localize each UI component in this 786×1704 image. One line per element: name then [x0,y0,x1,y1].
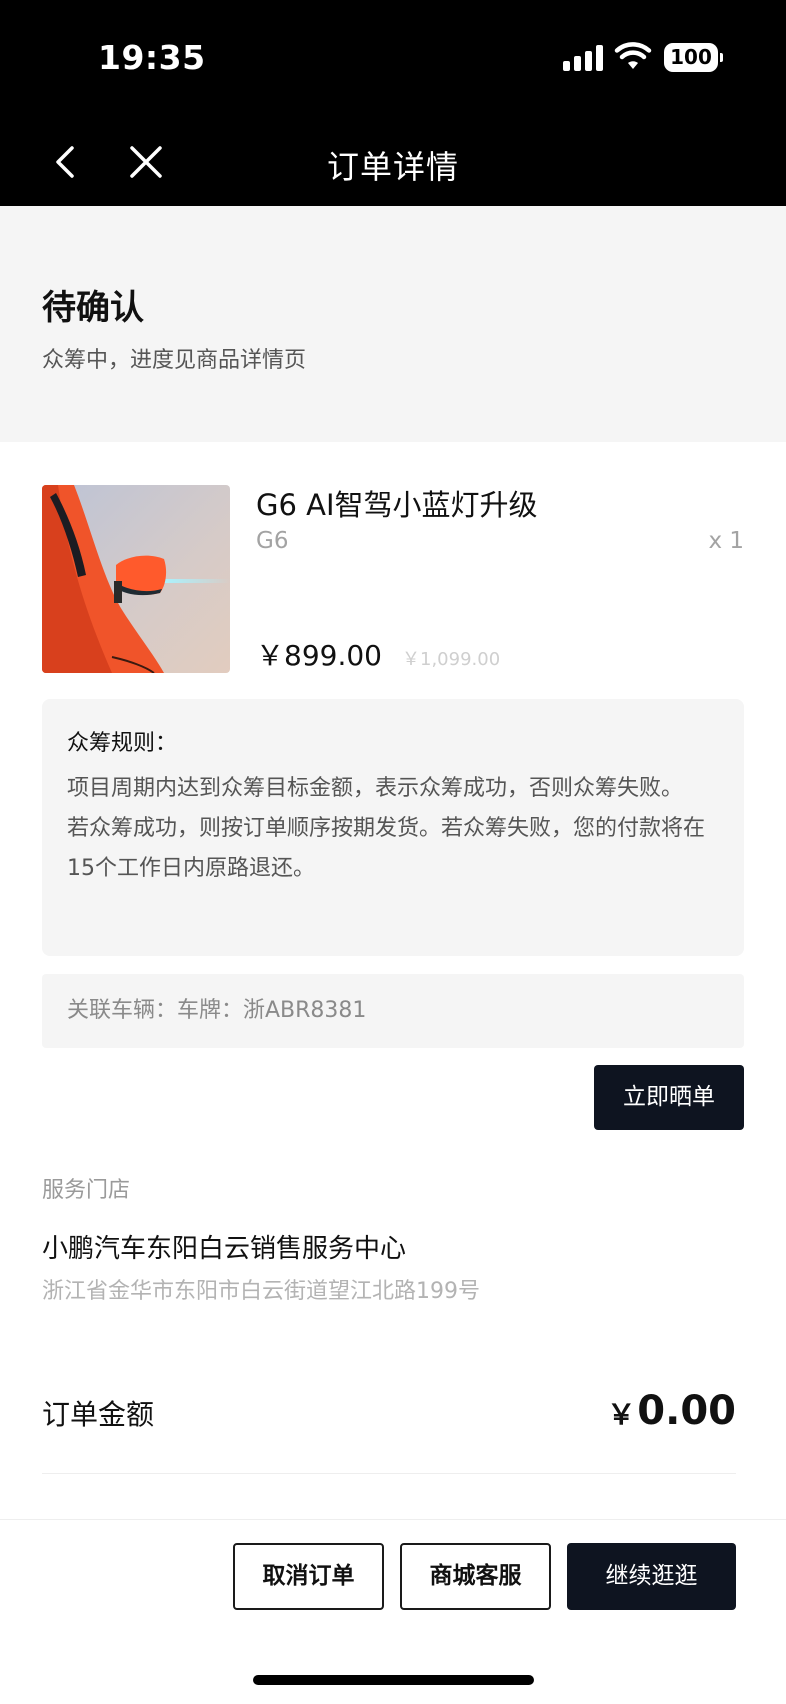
linked-vehicle: 关联车辆：车牌：浙ABR8381 [42,974,744,1048]
rules-text-2: 若众筹成功，则按订单顺序按期发货。若众筹失败，您的付款将在15个工作日内原路退还… [67,816,706,881]
store-address: 浙江省金华市东阳市白云街道望江北路199号 [42,1279,480,1304]
product-original-price: ￥1,099.00 [402,649,501,670]
crowdfunding-rules: 众筹规则： 项目周期内达到众筹目标金额，表示众筹成功，否则众筹失败。 若众筹成功… [42,699,744,956]
rules-title: 众筹规则： [67,731,178,756]
battery-icon: 100 [664,43,723,72]
order-status-section: 待确认 众筹中，进度见商品详情页 [0,206,786,442]
cancel-order-button[interactable]: 取消订单 [233,1543,384,1610]
amount-number: 0.00 [637,1388,736,1434]
store-label: 服务门店 [42,1178,131,1203]
product-image[interactable] [42,485,230,673]
order-amount-label: 订单金额 [42,1398,155,1431]
divider [42,1473,736,1474]
share-order-button[interactable]: 立即晒单 [594,1065,744,1130]
store-name: 小鹏汽车东阳白云销售服务中心 [42,1234,407,1264]
car-mirror-image [42,485,230,673]
amount-currency: ￥ [607,1398,636,1431]
page-title: 订单详情 [326,148,459,186]
continue-shopping-button[interactable]: 继续逛逛 [567,1543,736,1610]
nav-bar: 订单详情 [0,118,786,206]
bottom-bar-divider [0,1519,786,1520]
order-status-subtitle: 众筹中，进度见商品详情页 [42,348,307,373]
status-time: 19:35 [98,38,206,77]
product-quantity: x 1 [708,528,744,554]
rules-text-1: 项目周期内达到众筹目标金额，表示众筹成功，否则众筹失败。 [67,776,684,801]
product-model: G6 [256,528,289,554]
cellular-signal-icon [563,45,605,71]
home-indicator[interactable] [253,1675,534,1685]
product-price: ￥899.00 [256,639,382,672]
status-bar: 19:35 100 [0,0,786,118]
product-name[interactable]: G6 AI智驾小蓝灯升级 [256,482,538,524]
wifi-icon [614,42,652,69]
order-amount-value: ￥0.00 [607,1388,736,1434]
order-status-title: 待确认 [42,288,144,328]
customer-service-button[interactable]: 商城客服 [400,1543,551,1610]
